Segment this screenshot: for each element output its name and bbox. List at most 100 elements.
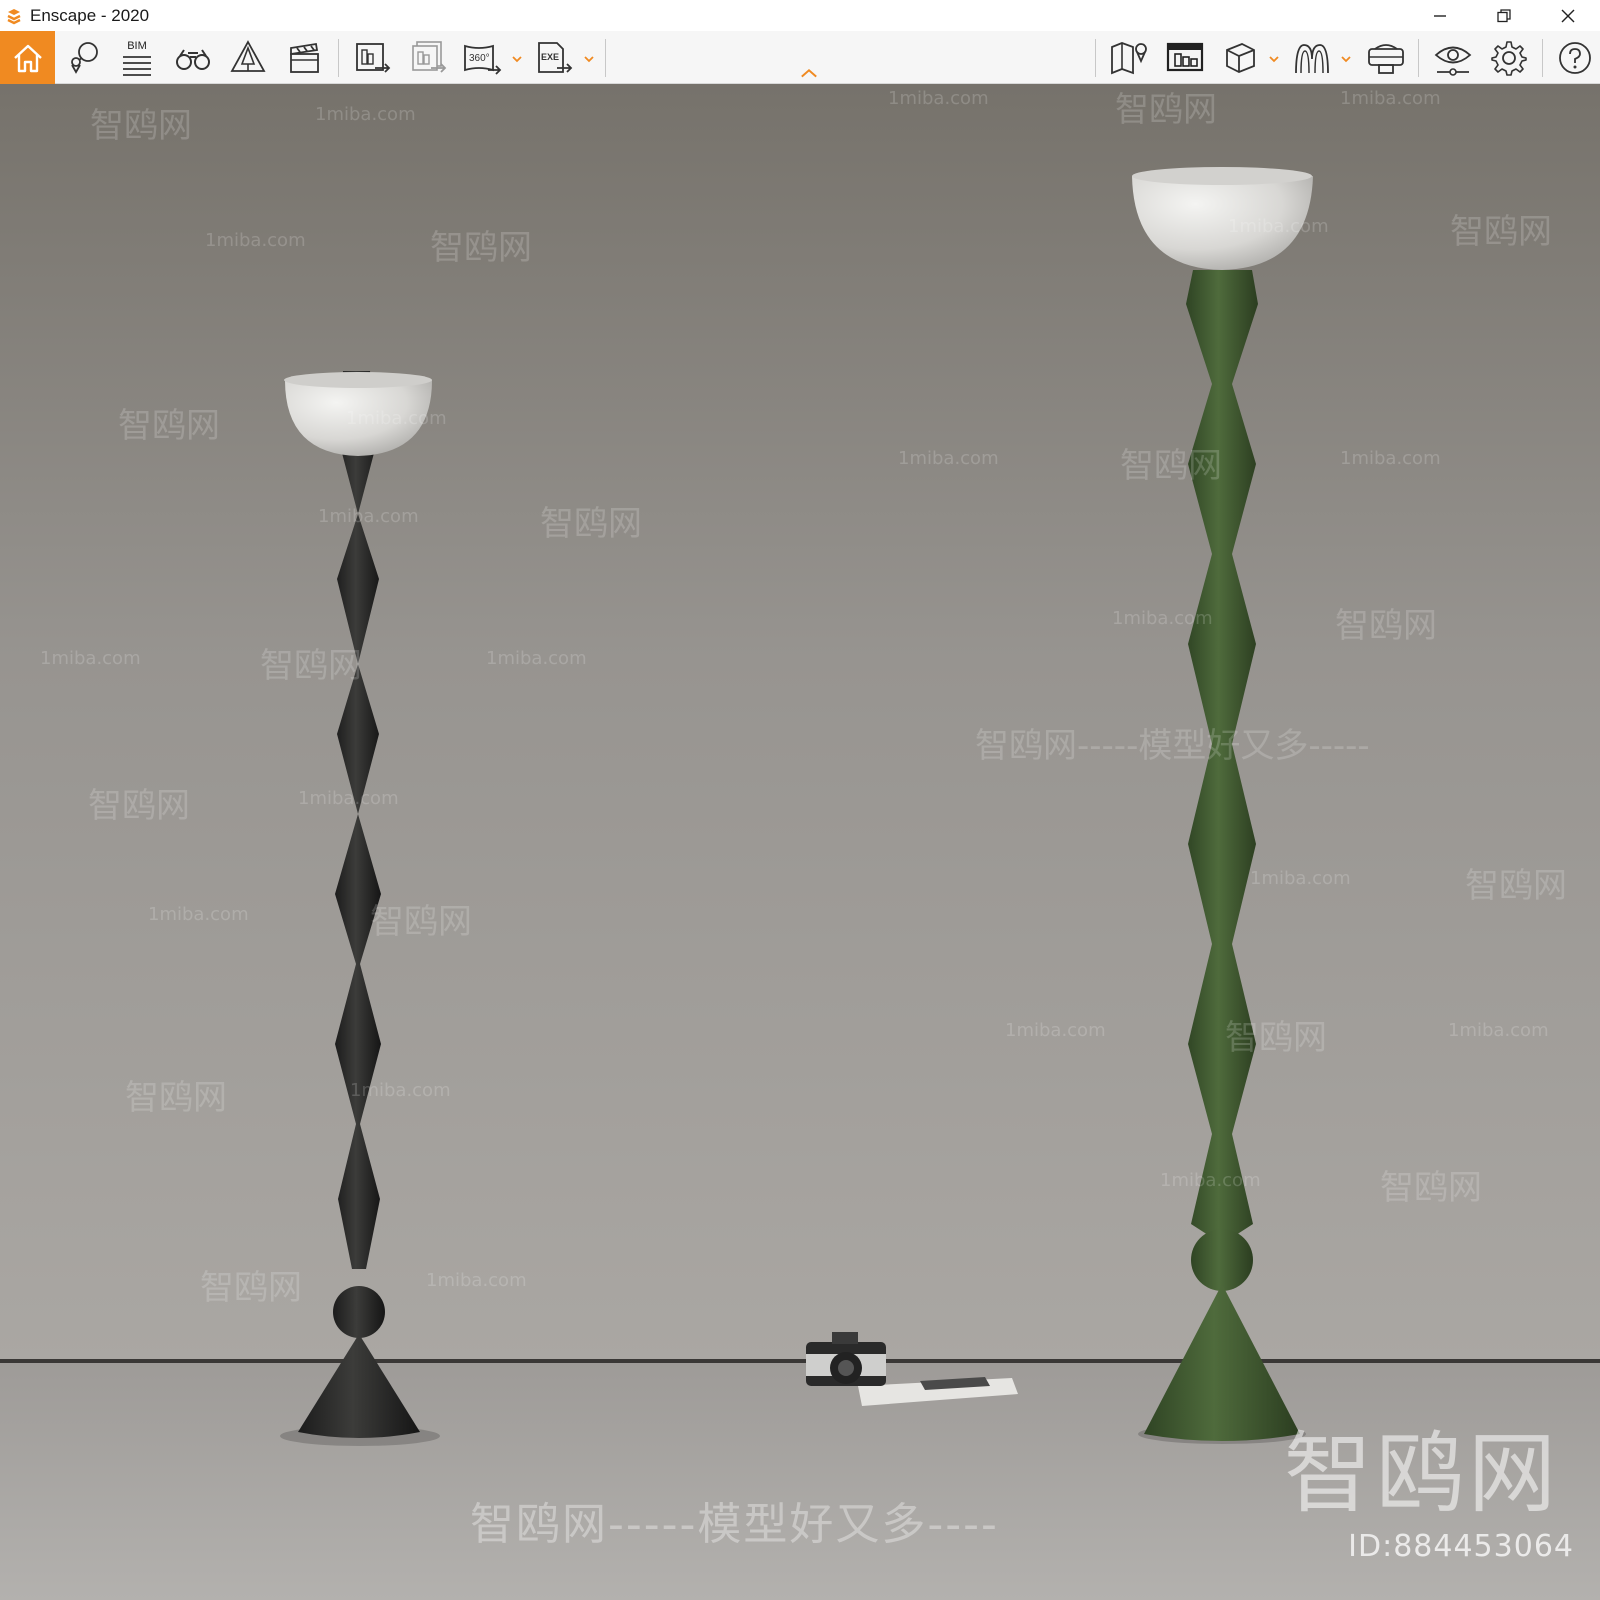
material-editor-button[interactable] xyxy=(1288,31,1336,84)
view-management-button[interactable] xyxy=(1216,31,1264,84)
material-editor-icon xyxy=(1295,43,1329,73)
help-icon xyxy=(1559,41,1591,74)
home-button[interactable] xyxy=(0,31,55,84)
watermark-brand: 智鸥网 xyxy=(118,406,220,446)
watermark-brand: 智鸥网 xyxy=(1465,866,1567,906)
watermark-site: 1miba.com xyxy=(1250,868,1351,889)
watermark-slogan-mid: 智鸥网-----模型好又多----- xyxy=(975,726,1370,766)
watermark-site: 1miba.com xyxy=(1448,1020,1549,1041)
visual-settings-icon xyxy=(1434,46,1472,76)
map-button[interactable] xyxy=(1104,31,1154,84)
asset-library-button[interactable] xyxy=(1160,31,1210,84)
watermark-site: 1miba.com xyxy=(318,506,419,527)
watermark-brand: 智鸥网 xyxy=(1115,90,1217,130)
location-pin-icon xyxy=(71,41,98,74)
collapse-toolbar-toggle[interactable] xyxy=(800,67,818,79)
watermark-site: 1miba.com xyxy=(1112,608,1213,629)
watermark-site: 1miba.com xyxy=(486,648,587,669)
toolbar-separator xyxy=(1095,39,1096,77)
minimize-button[interactable] xyxy=(1408,0,1472,31)
settings-button[interactable] xyxy=(1484,31,1534,84)
sound-tree-icon xyxy=(230,39,266,72)
enscape-toolbar: BIM 360° EXE xyxy=(0,31,1600,84)
watermark-brand: 智鸥网 xyxy=(1335,606,1437,646)
batch-render-icon xyxy=(412,40,447,73)
watermark-brand: 智鸥网 xyxy=(1450,212,1552,252)
watermark-site: 1miba.com xyxy=(1005,1020,1106,1041)
chevron-down-icon xyxy=(1269,56,1279,63)
views-button[interactable] xyxy=(60,31,108,84)
vr-headset-icon xyxy=(1368,43,1404,74)
video-editor-button[interactable] xyxy=(278,31,330,84)
watermark-id: ID:884453064 xyxy=(1348,1529,1574,1564)
binoculars-icon xyxy=(176,48,210,70)
panorama-button[interactable]: 360° xyxy=(458,31,506,84)
watermark-site: 1miba.com xyxy=(1160,1170,1261,1191)
toolbar-separator xyxy=(1418,39,1419,77)
settings-gear-icon xyxy=(1491,40,1527,76)
help-button[interactable] xyxy=(1552,31,1598,84)
walk-mode-button[interactable] xyxy=(168,31,218,84)
panorama-label: 360° xyxy=(469,53,490,64)
material-dropdown-caret[interactable] xyxy=(1340,53,1352,65)
restore-button[interactable] xyxy=(1472,0,1536,31)
close-icon xyxy=(1561,9,1575,22)
toolbar-separator xyxy=(605,39,606,77)
cube-view-icon xyxy=(1226,42,1255,73)
watermark-brand: 智鸥网 xyxy=(260,646,362,686)
render-viewport[interactable]: 智鸥网 1miba.com 1miba.com 智鸥网 1miba.com 1m… xyxy=(0,84,1600,1600)
watermark-site: 1miba.com xyxy=(205,230,306,251)
watermark-big-logo: 智鸥网 xyxy=(1283,1422,1560,1525)
watermark-site: 1miba.com xyxy=(40,648,141,669)
asset-library-icon xyxy=(1166,42,1204,71)
chevron-down-icon xyxy=(512,56,522,63)
render-image-button[interactable] xyxy=(346,31,398,84)
exe-export-icon: EXE xyxy=(538,41,573,73)
chevron-down-icon xyxy=(584,56,594,63)
chevron-down-icon xyxy=(1341,56,1351,63)
sound-button[interactable] xyxy=(222,31,274,84)
watermark-brand: 智鸥网 xyxy=(88,786,190,826)
watermark-brand: 智鸥网 xyxy=(430,228,532,268)
toolbar-separator xyxy=(1542,39,1543,77)
watermark-site: 1miba.com xyxy=(315,104,416,125)
scene-render xyxy=(0,84,1600,1600)
watermark-brand: 智鸥网 xyxy=(540,504,642,544)
enscape-logo-icon xyxy=(4,6,24,26)
watermark-slogan: 智鸥网-----模型好又多---- xyxy=(470,1499,999,1550)
visual-settings-button[interactable] xyxy=(1428,31,1478,84)
exe-label: EXE xyxy=(541,52,559,62)
watermark-site: 1miba.com xyxy=(148,904,249,925)
restore-icon xyxy=(1497,8,1511,22)
close-button[interactable] xyxy=(1536,0,1600,31)
view-dropdown-caret[interactable] xyxy=(1268,53,1280,65)
exe-export-button[interactable]: EXE xyxy=(530,31,578,84)
watermark-site: 1miba.com xyxy=(1340,448,1441,469)
watermark-site: 1miba.com xyxy=(346,408,447,429)
render-export-icon xyxy=(356,42,391,73)
panorama-dropdown-caret[interactable] xyxy=(511,53,523,65)
title-bar: Enscape - 2020 xyxy=(0,0,1600,31)
exe-dropdown-caret[interactable] xyxy=(583,53,595,65)
vr-headset-button[interactable] xyxy=(1360,31,1412,84)
watermark-site: 1miba.com xyxy=(426,1270,527,1291)
chevron-up-icon xyxy=(801,68,817,78)
watermark-brand: 智鸥网 xyxy=(1225,1018,1327,1058)
watermark-site: 1miba.com xyxy=(1340,88,1441,109)
watermark-site: 1miba.com xyxy=(350,1080,451,1101)
bim-button[interactable]: BIM xyxy=(112,31,162,84)
watermark-site: 1miba.com xyxy=(888,88,989,109)
watermark-brand: 智鸥网 xyxy=(1120,446,1222,486)
clapperboard-icon xyxy=(290,42,319,73)
bim-list-icon xyxy=(123,55,151,76)
bim-label: BIM xyxy=(127,39,147,52)
batch-render-button[interactable] xyxy=(402,31,454,84)
watermark-brand: 智鸥网 xyxy=(370,902,472,942)
panorama-360-icon: 360° xyxy=(464,44,502,75)
watermark-brand: 智鸥网 xyxy=(1380,1168,1482,1208)
watermark-site: 1miba.com xyxy=(898,448,999,469)
window-controls xyxy=(1408,0,1600,31)
home-icon xyxy=(13,44,42,72)
toolbar-separator xyxy=(338,39,339,77)
map-icon xyxy=(1111,41,1147,74)
